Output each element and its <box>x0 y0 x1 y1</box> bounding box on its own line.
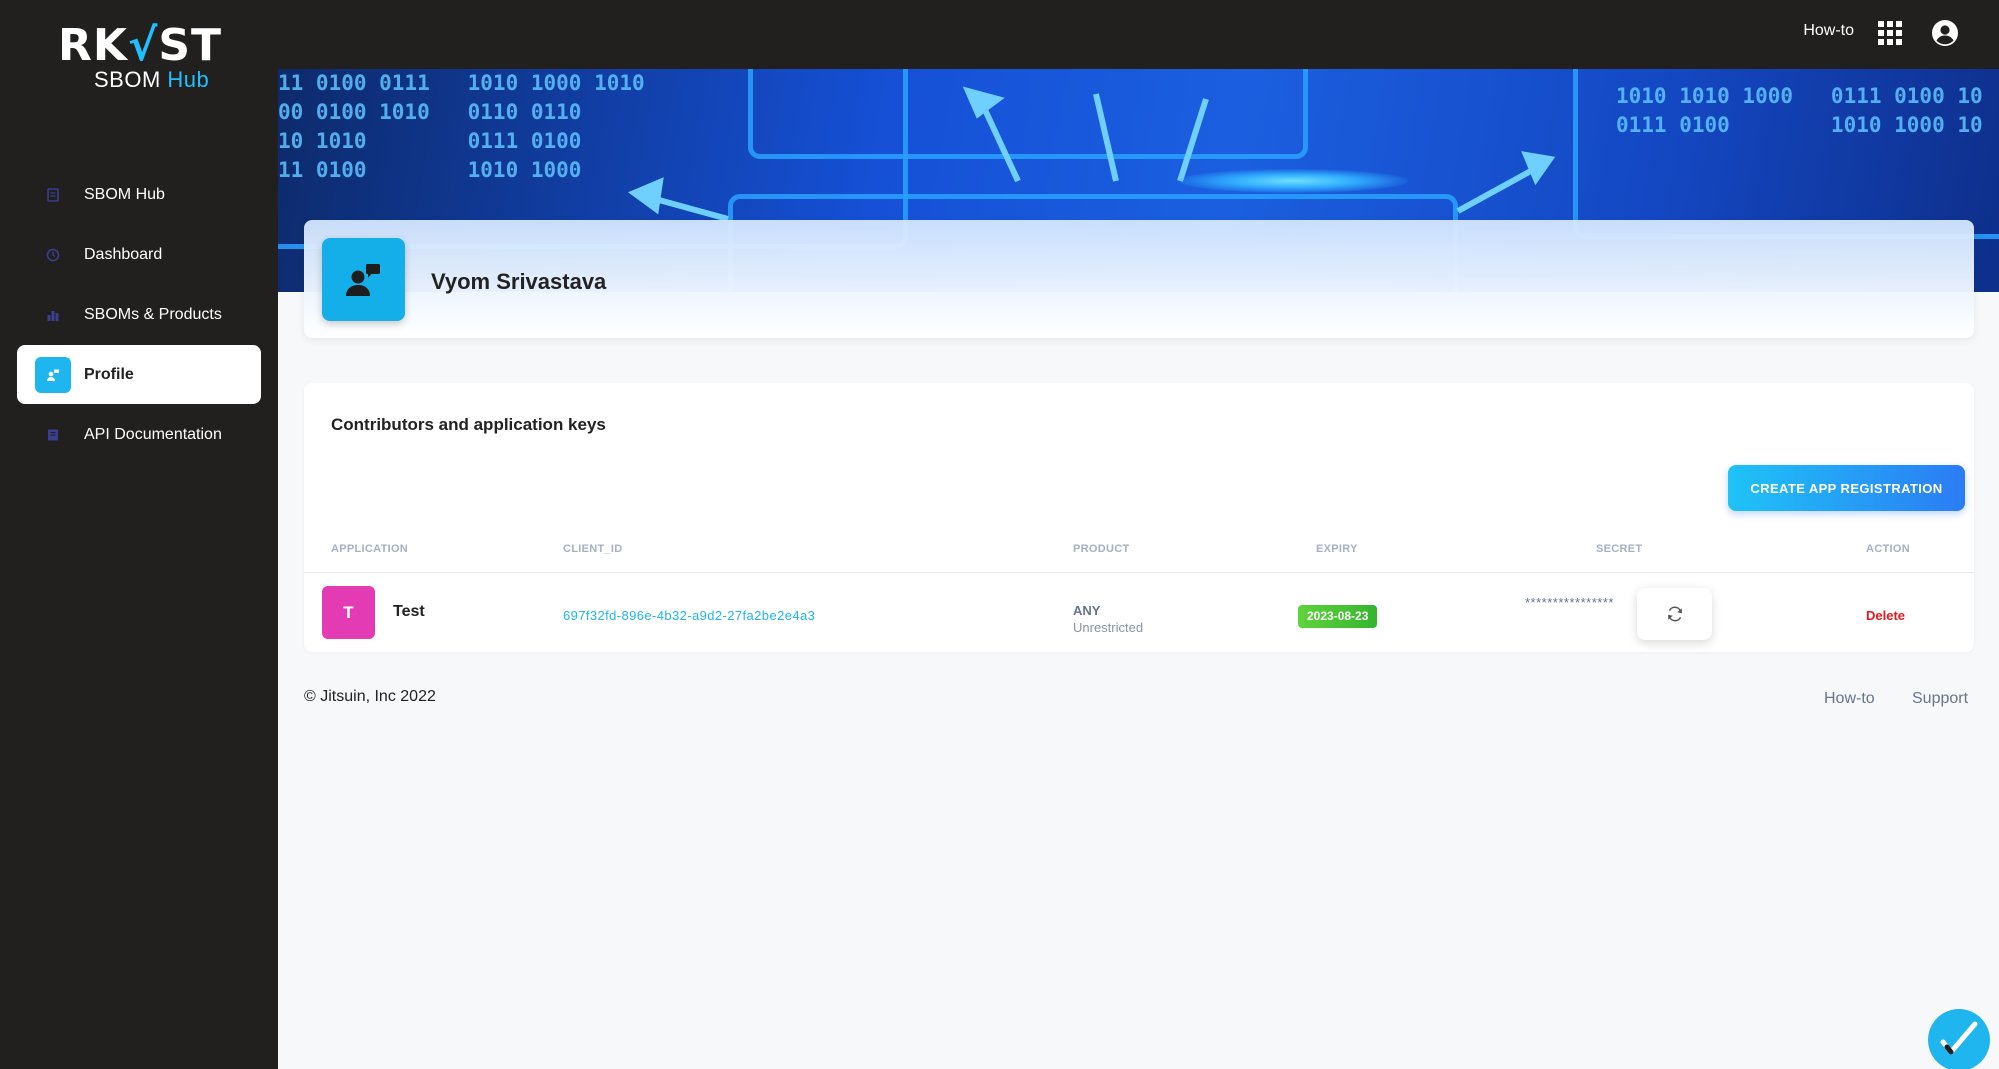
howto-link[interactable]: How-to <box>1803 22 1854 40</box>
sidebar-item-dashboard[interactable]: Dashboard <box>17 225 261 284</box>
top-navbar: How-to <box>278 0 1999 69</box>
hub-icon <box>35 177 71 213</box>
sidebar-item-profile[interactable]: Profile <box>17 345 261 404</box>
create-app-registration-button[interactable]: CREATE APP REGISTRATION <box>1728 465 1965 511</box>
check-icon <box>1940 1021 1978 1055</box>
sidebar-item-label: SBOMs & Products <box>84 305 222 323</box>
footer-support-link[interactable]: Support <box>1912 690 1968 708</box>
expiry-badge: 2023-08-23 <box>1298 605 1378 628</box>
column-header-application: APPLICATION <box>331 543 409 555</box>
profile-avatar <box>322 238 405 321</box>
sidebar-item-api-documentation[interactable]: API Documentation <box>17 405 261 464</box>
delete-link[interactable]: Delete <box>1866 608 1905 623</box>
rkvst-logo[interactable]: RK√ST SBOM Hub <box>58 24 221 93</box>
sidebar-item-sbom-hub[interactable]: SBOM Hub <box>17 165 261 224</box>
clock-icon <box>35 237 71 273</box>
column-header-secret: SECRET <box>1596 543 1643 555</box>
profile-header-card: Vyom Srivastava <box>304 220 1974 338</box>
banner-glow <box>1178 169 1408 193</box>
sidebar-item-label: Profile <box>84 365 134 383</box>
help-widget-button[interactable] <box>1928 1009 1990 1069</box>
sidebar-nav: SBOM Hub Dashboard SBOMs & Products Prof… <box>17 165 261 465</box>
sidebar-item-label: Dashboard <box>84 245 163 263</box>
column-header-action: ACTION <box>1866 543 1910 555</box>
profile-name: Vyom Srivastava <box>431 269 607 294</box>
footer-howto-link[interactable]: How-to <box>1824 690 1875 708</box>
logo-subtitle-prefix: SBOM <box>94 67 161 92</box>
column-header-product: PRODUCT <box>1073 543 1130 555</box>
refresh-icon <box>1667 606 1682 622</box>
product-value: ANY <box>1073 603 1101 618</box>
sidebar-item-label: API Documentation <box>84 425 222 443</box>
sidebar-item-sboms-products[interactable]: SBOMs & Products <box>17 285 261 344</box>
client-id-link[interactable]: 697f32fd-896e-4b32-a9d2-27fa2be2e4a3 <box>563 608 815 623</box>
profile-icon <box>35 356 71 393</box>
section-title: Contributors and application keys <box>331 415 606 434</box>
app-avatar: T <box>322 586 375 639</box>
secret-value: **************** <box>1525 595 1614 610</box>
logo-text-right: ST <box>158 20 223 71</box>
sidebar: RK√ST SBOM Hub SBOM Hub Dashboard SBOMs … <box>0 0 278 1069</box>
column-header-expiry: EXPIRY <box>1316 543 1358 555</box>
logo-text-left: RK <box>58 20 128 71</box>
grid-icon[interactable] <box>1878 21 1902 45</box>
app-keys-card: Contributors and application keys CREATE… <box>304 383 1974 652</box>
table-header: APPLICATION CLIENT_ID PRODUCT EXPIRY SEC… <box>304 539 1974 573</box>
copyright-text: © Jitsuin, Inc 2022 <box>304 688 436 705</box>
column-header-client-id: CLIENT_ID <box>563 543 623 555</box>
profile-icon <box>345 263 380 296</box>
logo-subtitle-suffix: Hub <box>167 67 210 92</box>
table-row: T Test 697f32fd-896e-4b32-a9d2-27fa2be2e… <box>304 573 1974 652</box>
app-name: Test <box>393 603 425 620</box>
logo-check: √ <box>127 20 159 71</box>
sidebar-item-label: SBOM Hub <box>84 185 165 203</box>
book-icon <box>35 417 71 453</box>
product-scope: Unrestricted <box>1073 620 1144 635</box>
chart-icon <box>35 297 71 333</box>
account-circle-icon[interactable] <box>1931 19 1959 47</box>
regenerate-secret-button[interactable] <box>1637 588 1712 640</box>
